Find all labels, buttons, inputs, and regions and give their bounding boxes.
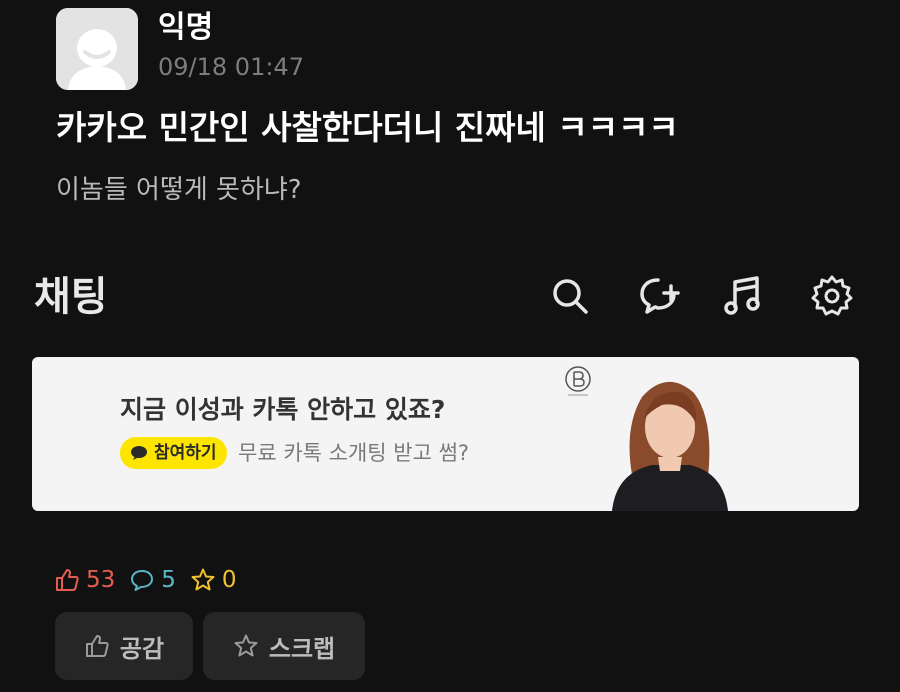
scrap-button-label: 스크랩: [268, 634, 336, 663]
ad-woman-photo: [612, 381, 728, 511]
scraps-stat: 0: [190, 564, 237, 596]
speech-bubble-icon: [131, 446, 147, 460]
ad-cta-badge: 참여하기: [120, 437, 227, 469]
star-icon: [191, 568, 215, 591]
default-avatar-icon: [56, 8, 138, 90]
post-title: 카카오 민간인 사찰한다더니 진짜네 ㅋㅋㅋㅋ: [56, 108, 679, 147]
post-stats: 53 5 0: [54, 564, 251, 596]
comment-icon: [131, 570, 154, 591]
new-chat-icon: [640, 278, 680, 314]
embedded-screenshot-title: 채팅: [34, 274, 108, 320]
likes-count: 53: [86, 567, 116, 593]
avatar: [56, 8, 138, 90]
author-name: 익명: [158, 10, 214, 45]
search-icon: [553, 279, 588, 314]
like-button[interactable]: 공감: [55, 612, 193, 680]
post-body: 이놈들 어떻게 못하냐?: [56, 175, 302, 205]
ad-headline: 지금 이성과 카톡 안하고 있죠?: [120, 395, 446, 424]
thumbs-up-icon: [85, 635, 109, 657]
like-button-label: 공감: [119, 634, 165, 663]
scraps-count: 0: [221, 567, 237, 593]
comments-count: 5: [161, 567, 176, 593]
star-icon: [234, 634, 258, 657]
post-timestamp: 09/18 01:47: [158, 53, 304, 81]
thumbs-up-icon: [56, 569, 79, 591]
settings-icon: [811, 275, 853, 316]
brand-logo: [565, 366, 591, 396]
comments-stat: 5: [129, 564, 176, 596]
ad-banner: 지금 이성과 카톡 안하고 있죠? 참여하기 무료 카톡 소개팅 받고 썸?: [32, 357, 859, 511]
music-icon: [724, 276, 760, 315]
scrap-button[interactable]: 스크랩: [203, 612, 365, 680]
likes-stat: 53: [54, 564, 115, 596]
ad-subtext: 무료 카톡 소개팅 받고 썸?: [238, 441, 470, 465]
ad-cta-label: 참여하기: [154, 443, 217, 463]
